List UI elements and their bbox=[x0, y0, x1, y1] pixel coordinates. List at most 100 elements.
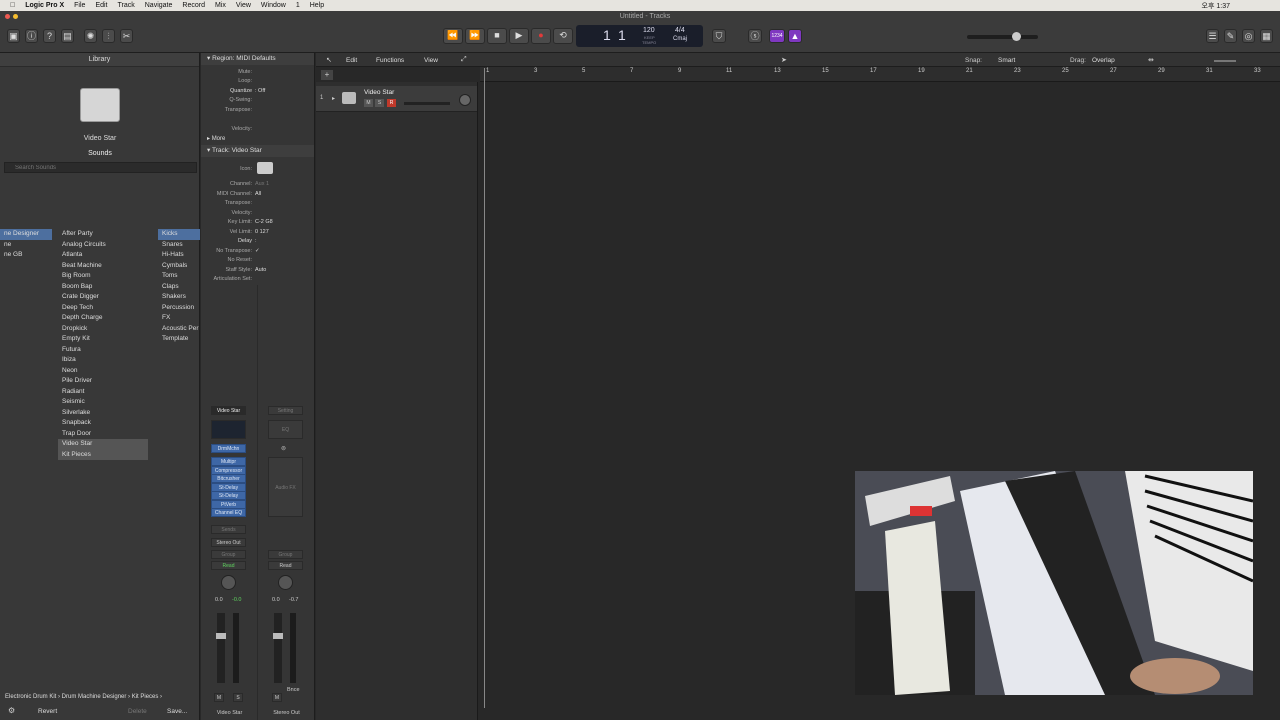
notepad-button[interactable]: ✎ bbox=[1224, 29, 1237, 43]
save-button[interactable]: Save... bbox=[167, 708, 187, 715]
lcd-display[interactable]: 1 1 120 KEEP TEMPO 4/4 Cmaj bbox=[576, 25, 703, 47]
list-item[interactable]: Template bbox=[158, 334, 200, 345]
audio-fx-slot[interactable]: Audio FX bbox=[268, 457, 303, 517]
track-name[interactable]: Video Star bbox=[364, 89, 394, 96]
automation-slot[interactable]: Read bbox=[211, 561, 246, 570]
list-item[interactable]: Claps bbox=[158, 282, 200, 293]
list-item[interactable]: Radiant bbox=[58, 387, 148, 398]
list-item[interactable]: Ibiza bbox=[58, 355, 148, 366]
instrument-slot[interactable]: DrmMchn bbox=[211, 444, 246, 453]
plugin-slot[interactable]: Multipr bbox=[211, 457, 246, 466]
eq-display[interactable] bbox=[211, 420, 246, 439]
list-item[interactable]: Silverlake bbox=[58, 408, 148, 419]
metronome-button[interactable]: ⓢ bbox=[748, 29, 762, 43]
add-track-button[interactable]: + bbox=[321, 70, 333, 80]
track-header[interactable]: ▾ Track: Video Star bbox=[201, 145, 314, 157]
plugin-slot[interactable]: St-Delay bbox=[211, 491, 246, 500]
list-item[interactable]: Kit Pieces bbox=[58, 449, 148, 460]
list-item[interactable]: ne GB bbox=[0, 250, 52, 261]
delete-button[interactable]: Delete bbox=[128, 708, 147, 715]
list-item[interactable]: Hi-Hats bbox=[158, 250, 200, 261]
mute-button[interactable]: M bbox=[214, 693, 224, 702]
list-item[interactable]: Crate Digger bbox=[58, 292, 148, 303]
list-item[interactable]: Beat Machine bbox=[58, 261, 148, 272]
output-slot[interactable]: Stereo Out bbox=[211, 538, 246, 547]
plugin-slot[interactable]: Channel EQ bbox=[211, 508, 246, 517]
apple-icon[interactable]:  bbox=[10, 2, 15, 9]
menu-navigate[interactable]: Navigate bbox=[145, 2, 173, 9]
editors-button[interactable]: ✂ bbox=[120, 29, 133, 43]
mute-button[interactable]: M bbox=[272, 693, 282, 702]
close-button[interactable] bbox=[5, 14, 10, 19]
stop-button[interactable]: ■ bbox=[487, 28, 507, 44]
menu-file[interactable]: File bbox=[74, 2, 85, 9]
catch-icon[interactable]: ⤢ bbox=[461, 56, 467, 64]
pan-knob[interactable] bbox=[221, 575, 236, 590]
cycle-button[interactable]: ⟲ bbox=[553, 28, 573, 44]
list-editors-button[interactable]: ☰ bbox=[1206, 29, 1219, 43]
info-button[interactable]: ⓘ bbox=[25, 29, 38, 43]
list-item[interactable]: Big Room bbox=[58, 271, 148, 282]
list-item[interactable]: Deep Tech bbox=[58, 303, 148, 314]
eq-slot[interactable]: EQ bbox=[268, 420, 303, 439]
forward-button[interactable]: ⏩ bbox=[465, 28, 485, 44]
list-item[interactable]: Video Star bbox=[58, 439, 148, 450]
search-sounds-input[interactable] bbox=[4, 162, 197, 173]
mute-button[interactable]: M bbox=[364, 99, 373, 107]
record-button[interactable]: ● bbox=[531, 28, 551, 44]
list-item[interactable]: Atlanta bbox=[58, 250, 148, 261]
list-item[interactable]: Acoustic Per bbox=[158, 324, 200, 335]
more-toggle[interactable]: ▸ More bbox=[207, 135, 225, 142]
list-item[interactable]: Toms bbox=[158, 271, 200, 282]
view-menu[interactable]: View bbox=[424, 57, 438, 64]
list-item[interactable]: Dropkick bbox=[58, 324, 148, 335]
library-toggle-button[interactable]: ▣ bbox=[7, 29, 20, 43]
rewind-button[interactable]: ⏪ bbox=[443, 28, 463, 44]
pointer-tool-icon[interactable]: ➤ bbox=[781, 56, 787, 64]
link-icon[interactable]: ⊚ bbox=[281, 445, 286, 452]
patch-icon[interactable] bbox=[80, 88, 120, 122]
zoom-slider[interactable] bbox=[1214, 60, 1236, 62]
solo-button[interactable]: S bbox=[375, 99, 384, 107]
list-item[interactable]: Cymbals bbox=[158, 261, 200, 272]
pan-knob[interactable] bbox=[278, 575, 293, 590]
list-item[interactable]: Percussion bbox=[158, 303, 200, 314]
menu-edit[interactable]: Edit bbox=[95, 2, 107, 9]
list-item[interactable]: Kicks bbox=[158, 229, 200, 240]
list-item[interactable]: Snapback bbox=[58, 418, 148, 429]
list-item[interactable]: Shakers bbox=[158, 292, 200, 303]
menu-view[interactable]: View bbox=[236, 2, 251, 9]
list-item[interactable]: Seismic bbox=[58, 397, 148, 408]
group-slot[interactable]: Group bbox=[211, 550, 246, 559]
zoom-icon[interactable]: ⇹ bbox=[1148, 56, 1154, 64]
track-icon[interactable] bbox=[257, 162, 273, 174]
playhead[interactable] bbox=[484, 68, 485, 708]
help-button[interactable]: ? bbox=[43, 29, 56, 43]
plugin-slot[interactable]: Bitcrusher bbox=[211, 474, 246, 483]
track-header[interactable]: 1 ▸ Video Star M S R bbox=[316, 86, 477, 112]
menu-track[interactable]: Track bbox=[118, 2, 135, 9]
mixer-button[interactable]: ⫶ bbox=[102, 29, 115, 43]
list-item[interactable]: Empty Kit bbox=[58, 334, 148, 345]
list-item[interactable]: Analog Circuits bbox=[58, 240, 148, 251]
menu-window[interactable]: Window bbox=[261, 2, 286, 9]
group-slot[interactable]: Group bbox=[268, 550, 303, 559]
menu-app[interactable]: Logic Pro X bbox=[25, 2, 64, 9]
list-item[interactable]: Futura bbox=[58, 345, 148, 356]
list-item[interactable]: Pile Driver bbox=[58, 376, 148, 387]
snap-dropdown[interactable]: Smart bbox=[998, 57, 1062, 64]
smart-controls-button[interactable]: ✺ bbox=[84, 29, 97, 43]
record-enable-button[interactable]: R bbox=[387, 99, 396, 107]
gear-icon[interactable]: ⚙ bbox=[8, 706, 15, 715]
setting-slot[interactable]: Setting bbox=[268, 406, 303, 415]
toolbar-button[interactable]: ▤ bbox=[61, 29, 74, 43]
sends-slot[interactable]: Sends bbox=[211, 525, 246, 534]
drag-dropdown[interactable]: Overlap bbox=[1092, 57, 1137, 64]
strip-name-field[interactable]: Video Star bbox=[211, 406, 246, 415]
edit-menu[interactable]: Edit bbox=[346, 57, 357, 64]
minimize-button[interactable] bbox=[13, 14, 18, 19]
volume-fader[interactable] bbox=[273, 613, 283, 683]
automation-slot[interactable]: Read bbox=[268, 561, 303, 570]
list-item[interactable]: Depth Charge bbox=[58, 313, 148, 324]
region-header[interactable]: ▾ Region: MIDI Defaults bbox=[201, 53, 314, 65]
